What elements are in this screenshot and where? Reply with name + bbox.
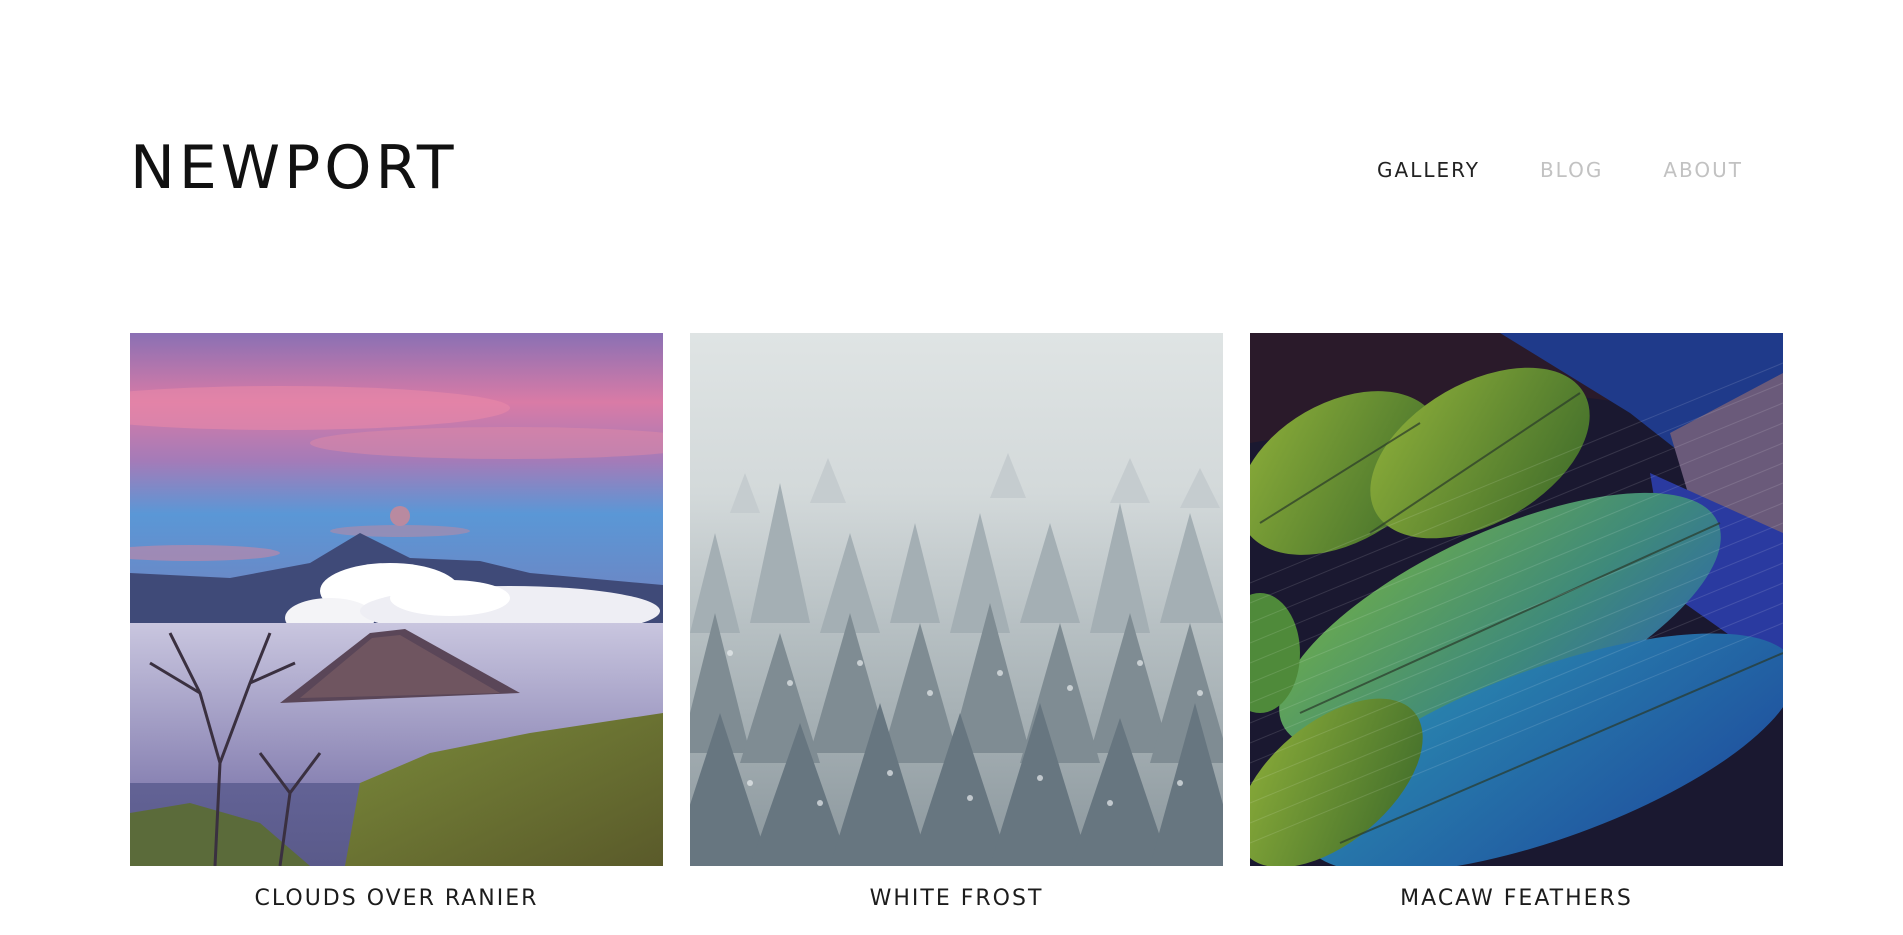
gallery-item[interactable]: WHITE FROST	[690, 333, 1223, 910]
nav-about-link[interactable]: ABOUT	[1663, 160, 1743, 180]
gallery-caption: CLOUDS OVER RANIER	[254, 886, 539, 911]
page: NEWPORT GALLERY BLOG ABOUT CLOUDS OVER R…	[0, 0, 1903, 935]
gallery-caption: MACAW FEATHERS	[1400, 886, 1633, 911]
gallery-photo-forest[interactable]	[690, 333, 1223, 866]
gallery-photo-feathers[interactable]	[1250, 333, 1783, 866]
gallery-item[interactable]: CLOUDS OVER RANIER	[130, 333, 663, 910]
nav-blog-link[interactable]: BLOG	[1540, 160, 1603, 180]
gallery-photo-volcano[interactable]	[130, 333, 663, 866]
nav-gallery-link[interactable]: GALLERY	[1377, 160, 1480, 180]
gallery-caption: WHITE FROST	[869, 886, 1044, 911]
gallery-grid: CLOUDS OVER RANIER WHITE FROST MACAW FEA…	[130, 333, 1783, 910]
gallery-item[interactable]: MACAW FEATHERS	[1250, 333, 1783, 910]
main-nav: GALLERY BLOG ABOUT	[1377, 160, 1743, 180]
site-logo[interactable]: NEWPORT	[130, 138, 458, 198]
